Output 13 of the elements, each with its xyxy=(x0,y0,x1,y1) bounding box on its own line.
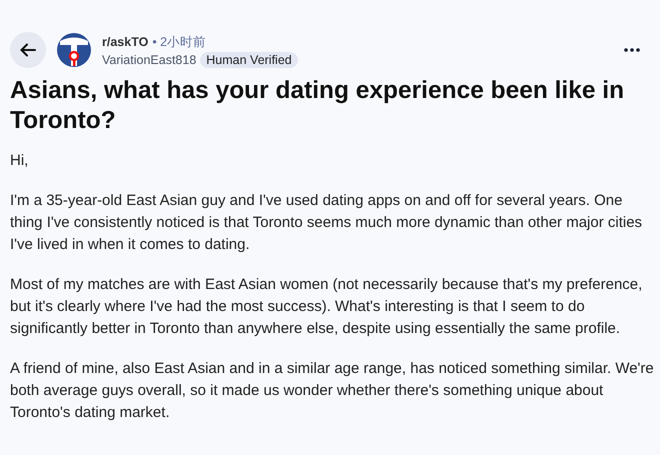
post-paragraph: A friend of mine, also East Asian and in a similar age range, has noticed something similar. We're both average guys overall, so it made us wonder whether there's something unique about Toronto's dating market. xyxy=(10,359,655,423)
back-button[interactable] xyxy=(10,32,46,68)
community-avatar-icon[interactable] xyxy=(56,32,92,68)
back-arrow-icon xyxy=(19,41,37,59)
post-time: • 2小时前 xyxy=(152,34,206,48)
post-title: Asians, what has your dating experience been like in Toronto? xyxy=(10,76,626,136)
post-paragraph: I'm a 35-year-old East Asian guy and I've used dating apps on and off for several years. One thing I've consistently noticed is that Toronto seems much more dynamic than other major cities I've lived in when it comes to dating. xyxy=(10,191,644,255)
post-paragraph: Hi, xyxy=(10,151,30,171)
more-options-icon[interactable] xyxy=(624,48,640,52)
community-name[interactable]: r/askTO xyxy=(102,34,148,48)
user-flair: Human Verified xyxy=(200,52,298,68)
author-name[interactable]: VariationEast818 xyxy=(102,52,196,66)
post-paragraph: Most of my matches are with East Asian women (not necessarily because that's my preference, but it's clearly where I've had the most success). What's interesting is that I seem to do significantly better in Toronto than anywhere else, despite using essentially the same profile. xyxy=(10,275,644,339)
